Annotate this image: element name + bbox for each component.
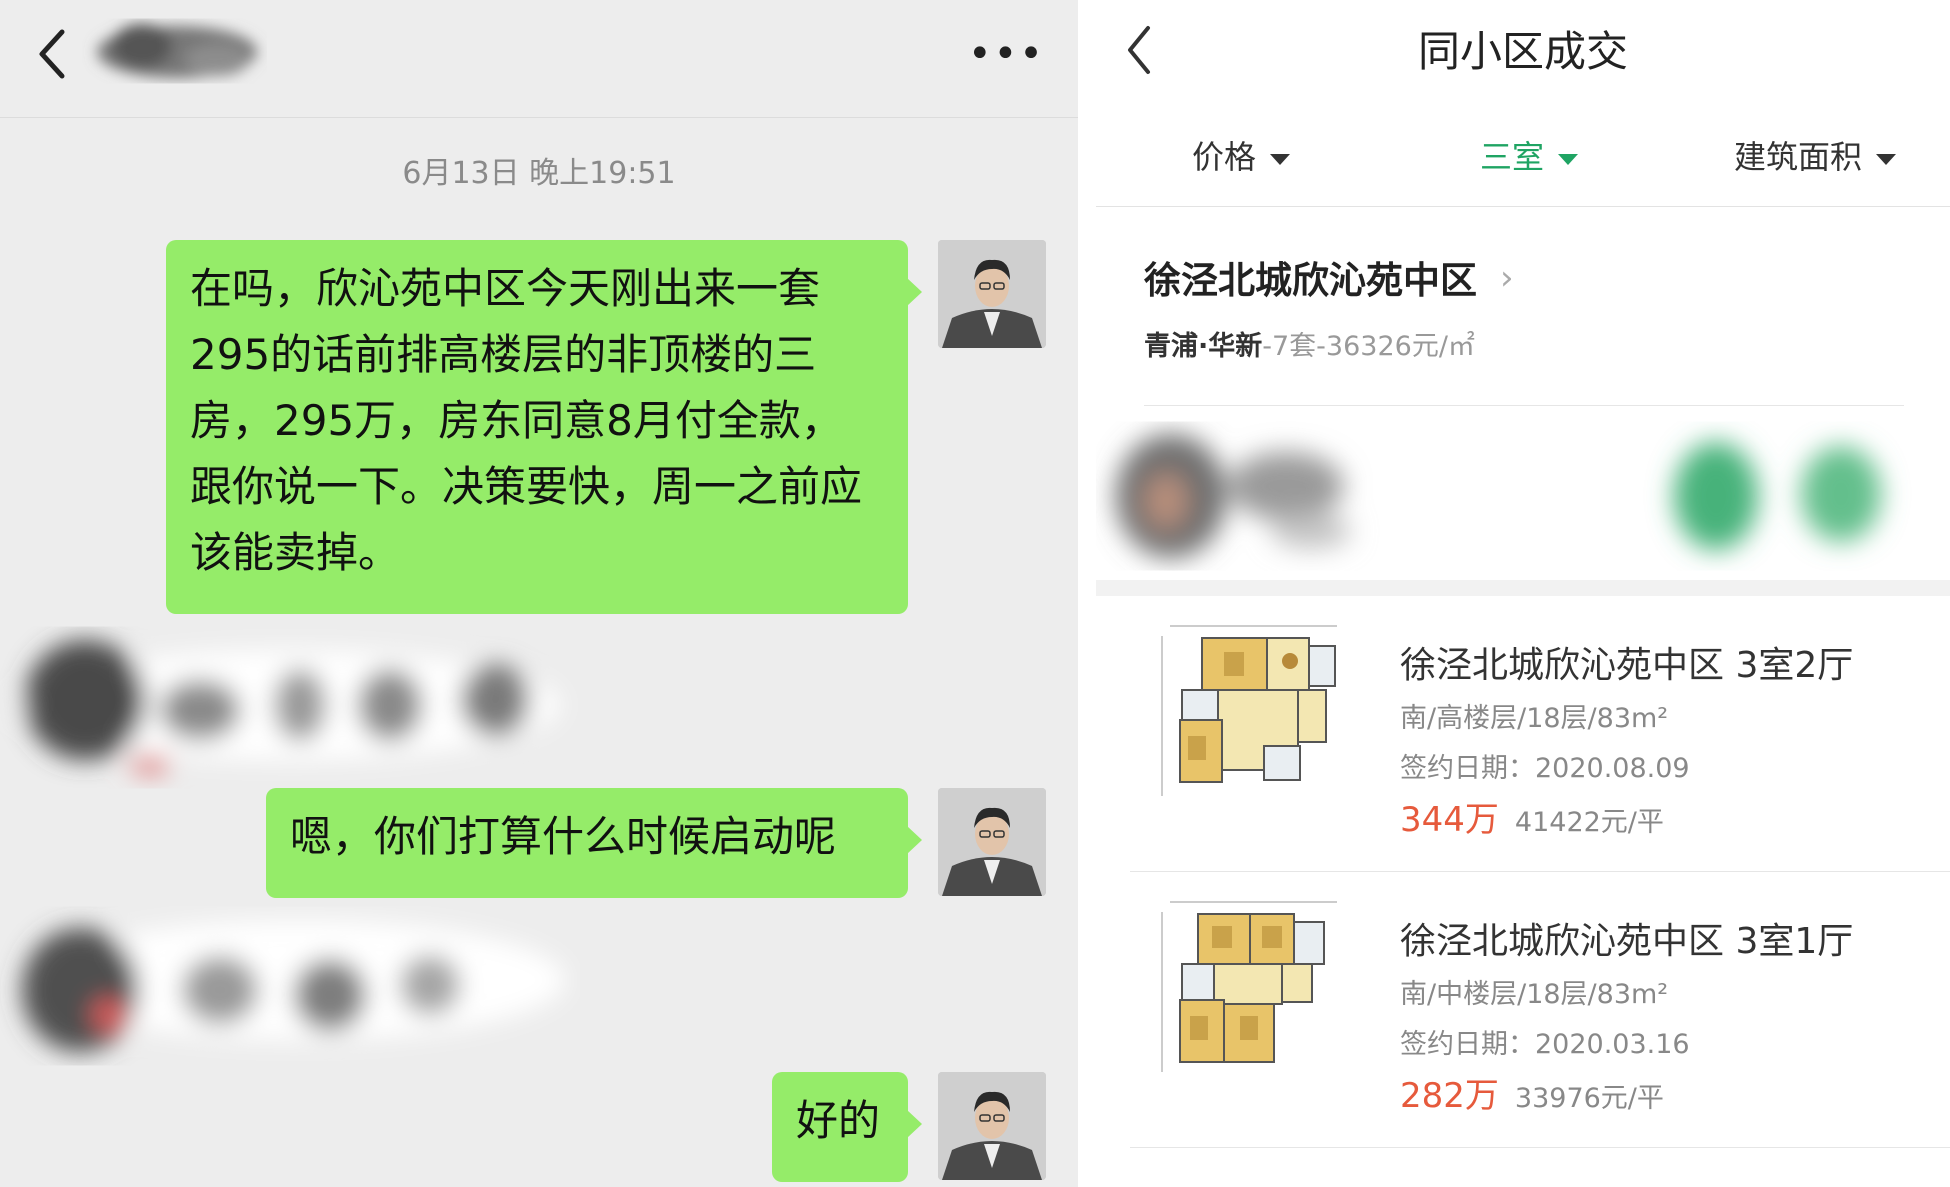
chat-message-bubble[interactable]: 好的: [772, 1072, 922, 1182]
floor-plan-image: [1152, 616, 1350, 804]
avatar[interactable]: [938, 1072, 1046, 1180]
chat-header: •••: [0, 0, 1078, 118]
listing-price: 282万 33976元/平: [1400, 1068, 1664, 1117]
community-name[interactable]: 徐泾北城欣沁苑中区: [1144, 250, 1477, 304]
caret-down-icon: [1558, 153, 1579, 165]
deal-listing[interactable]: 徐泾北城欣沁苑中区 3室1厅 南/中楼层/18层/83m² 签约日期：2020.…: [1096, 872, 1950, 1148]
community-meta: 青浦·华新-7套-36326元/㎡: [1144, 324, 1475, 363]
avatar[interactable]: [938, 788, 1046, 896]
section-gap: [1096, 580, 1950, 596]
avatar-portrait: [938, 788, 1046, 896]
listing-title: 徐泾北城欣沁苑中区 3室1厅: [1400, 921, 1854, 962]
community-stats: -7套-36326元/㎡: [1262, 331, 1475, 362]
filter-rooms[interactable]: 三室: [1480, 132, 1579, 178]
filter-label: 价格: [1192, 138, 1257, 176]
redacted-incoming-message: [22, 920, 565, 1052]
filter-area[interactable]: 建筑面积: [1734, 132, 1897, 178]
more-menu-button[interactable]: •••: [968, 30, 1043, 78]
filter-label: 建筑面积: [1734, 138, 1863, 176]
chat-panel: ••• 6月13日 晚上19:51 在吗，欣沁苑中区今天刚出来一套295的话前排…: [0, 0, 1078, 1187]
community-area: 青浦·华新: [1144, 331, 1263, 362]
floor-plan-image: [1152, 892, 1350, 1080]
avatar-portrait: [938, 240, 1046, 348]
caret-down-icon: [1876, 153, 1897, 165]
redacted-incoming-message: [20, 640, 560, 775]
listing-price: 344万 41422元/平: [1400, 792, 1664, 841]
chat-timestamp: 6月13日 晚上19:51: [402, 156, 676, 191]
listing-total-price: 344万: [1400, 800, 1499, 840]
deal-listing[interactable]: 徐泾北城欣沁苑中区 3室2厅 南/高楼层/18层/83m² 签约日期：2020.…: [1096, 596, 1950, 872]
filter-price[interactable]: 价格: [1192, 132, 1291, 178]
listing-sign-date: 签约日期：2020.03.16: [1400, 1029, 1690, 1060]
listing-unit-price: 41422元/平: [1514, 807, 1664, 838]
chevron-left-icon[interactable]: [30, 24, 78, 84]
avatar[interactable]: [938, 240, 1046, 348]
listing-meta: 南/中楼层/18层/83m²: [1400, 979, 1669, 1010]
chat-message-bubble[interactable]: 嗯，你们打算什么时候启动呢: [266, 788, 922, 898]
contact-name-redacted: [97, 24, 257, 78]
listing-title: 徐泾北城欣沁苑中区 3室2厅: [1400, 645, 1854, 686]
chat-message-bubble[interactable]: 在吗，欣沁苑中区今天刚出来一套295的话前排高楼层的非顶楼的三房，295万，房东…: [166, 240, 922, 614]
divider: [1130, 1147, 1950, 1148]
divider: [1096, 206, 1950, 207]
page-title: 同小区成交: [1417, 27, 1628, 76]
listing-sign-date: 签约日期：2020.08.09: [1400, 753, 1690, 784]
caret-down-icon: [1270, 153, 1291, 165]
listing-total-price: 282万: [1400, 1076, 1499, 1116]
chevron-right-icon[interactable]: ›: [1500, 258, 1514, 298]
listing-unit-price: 33976元/平: [1514, 1083, 1664, 1114]
filter-label: 三室: [1480, 138, 1545, 176]
deals-panel: 同小区成交 价格 三室 建筑面积 徐泾北城欣沁苑中区 › 青浦·华新-7套-36…: [1096, 0, 1950, 1187]
redacted-content: [1116, 434, 1881, 558]
listing-meta: 南/高楼层/18层/83m²: [1400, 703, 1669, 734]
avatar-portrait: [938, 1072, 1046, 1180]
